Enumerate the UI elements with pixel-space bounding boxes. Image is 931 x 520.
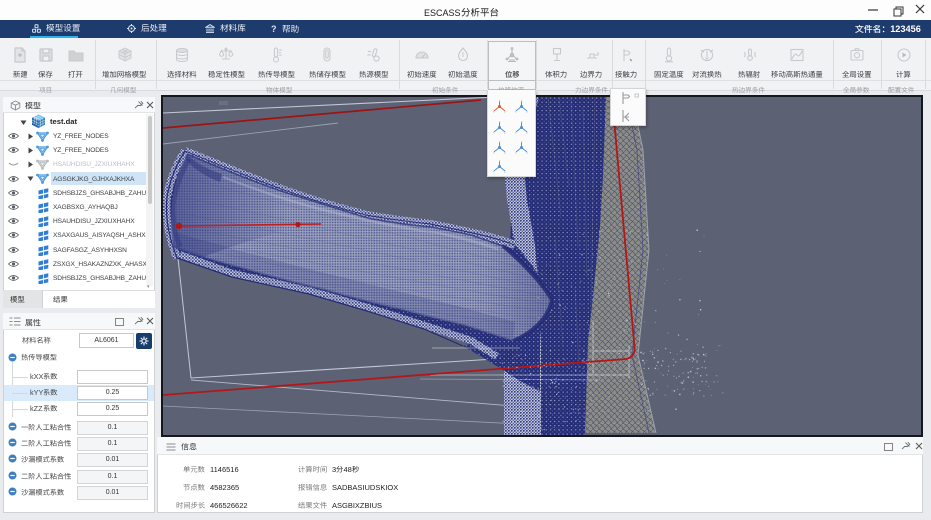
svg-text:z: z [521, 140, 523, 144]
svg-text:y: y [526, 110, 528, 114]
svg-text:y: y [526, 130, 528, 134]
svg-text:y: y [504, 151, 506, 155]
svg-text:y: y [504, 110, 506, 114]
svg-text:y: y [504, 170, 506, 174]
svg-text:y: y [504, 130, 506, 134]
svg-text:z: z [521, 120, 523, 124]
svg-text:z: z [499, 99, 501, 103]
svg-text:z: z [521, 99, 523, 103]
svg-text:z: z [499, 159, 501, 163]
svg-text:z: z [499, 120, 501, 124]
svg-text:z: z [499, 140, 501, 144]
svg-text:y: y [526, 151, 528, 155]
